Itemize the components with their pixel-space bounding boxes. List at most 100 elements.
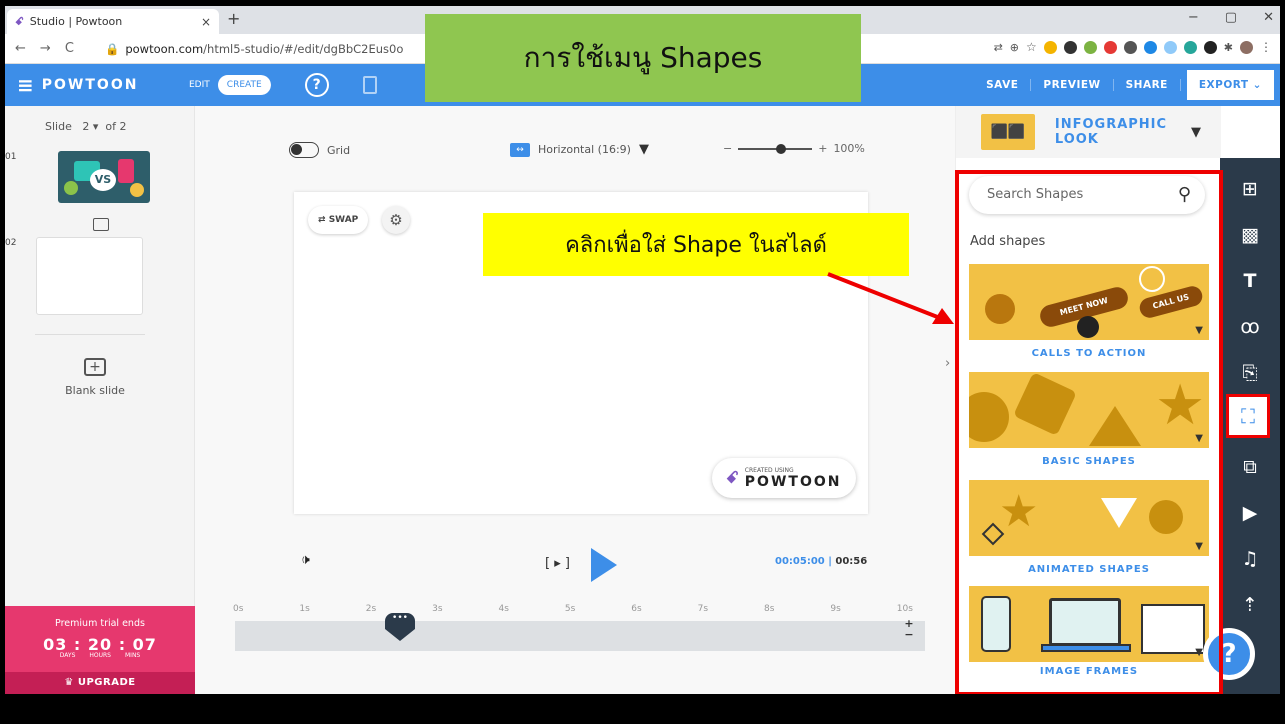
url-path: /html5-studio/#/edit/dgBbC2Eus0o [203, 41, 404, 56]
upgrade-label: UPGRADE [77, 677, 136, 688]
volume-icon[interactable]: 🕩 [301, 552, 310, 568]
share-button[interactable]: SHARE [1114, 79, 1181, 91]
swap-label: SWAP [328, 215, 359, 225]
grid-switch[interactable] [289, 142, 319, 158]
swap-button[interactable]: ⇄ SWAP [308, 206, 369, 234]
help-circle-icon[interactable]: ? [304, 73, 329, 97]
zoom-icon[interactable]: ⊕ [1010, 41, 1019, 54]
forward-icon[interactable]: → [40, 41, 51, 56]
timeline-track[interactable] [235, 621, 925, 651]
timeline-tick: 9s [830, 604, 841, 614]
new-tab-button[interactable]: + [227, 9, 240, 28]
slide-current[interactable]: 2 [82, 120, 89, 133]
zoom-value: 100% [833, 142, 865, 155]
tab-close-icon[interactable]: × [201, 15, 211, 29]
ext-icon-1[interactable] [1043, 40, 1057, 54]
characters-icon[interactable]: ꝏ [1220, 316, 1280, 338]
props-icon[interactable]: ⎘ [1220, 362, 1280, 384]
url-field[interactable]: 🔒 powtoon.com/html5-studio/#/edit/dgBbC2… [105, 42, 403, 56]
background-icon[interactable]: ▩ [1220, 224, 1280, 246]
current-time: 00:05:00 [775, 556, 825, 567]
minimize-icon[interactable]: − [1188, 10, 1199, 25]
mode-toggle[interactable]: EDIT CREATE [181, 75, 271, 95]
reload-icon[interactable]: C [65, 41, 74, 56]
back-icon[interactable]: ← [15, 41, 26, 56]
orientation-icon: ↔ [510, 142, 530, 157]
blank-slide-button[interactable]: + Blank slide [55, 358, 135, 397]
edit-mode[interactable]: EDIT [181, 75, 218, 95]
style-selector[interactable]: ⬛⬛ INFOGRAPHIC LOOK ▼ [956, 106, 1221, 158]
created-using-badge: ꗃ CREATED USING POWTOON [712, 458, 856, 498]
timeline-tick: 7s [697, 604, 709, 614]
zoom-control[interactable]: − + 100% [723, 142, 865, 155]
export-button[interactable]: EXPORT ⌄ [1186, 70, 1274, 100]
expand-panel-icon[interactable]: › [945, 356, 950, 371]
timeline-zoom[interactable]: + − [901, 618, 917, 640]
slide-thumbnail-1[interactable]: VS [58, 151, 150, 203]
premium-trial-panel: Premium trial ends 03 : 20 : 07 DAYS HOU… [5, 606, 195, 694]
browser-tab[interactable]: ꗃ Studio | Powtoon × [7, 9, 219, 34]
hamburger-menu-icon[interactable]: ≡ [17, 73, 34, 97]
timeline-tick: 3s [432, 604, 443, 614]
timeline-tick: 0s [233, 604, 244, 614]
star-icon[interactable]: ☆ [1026, 40, 1037, 54]
playhead-marker[interactable]: ••• [385, 613, 415, 641]
puzzle-icon[interactable]: ✱ [1224, 41, 1233, 54]
image-icon[interactable]: ⧉ [1220, 456, 1280, 478]
infographic-thumb: ⬛⬛ [981, 114, 1035, 150]
shapes-tool-icon[interactable]: ⛶ [1226, 394, 1270, 438]
ext-icon-3[interactable] [1083, 40, 1097, 54]
preview-button[interactable]: PREVIEW [1031, 79, 1114, 91]
zoom-in-icon[interactable]: + [818, 142, 827, 155]
layout-icon[interactable]: ⊞ [1220, 178, 1280, 200]
create-mode[interactable]: CREATE [217, 75, 271, 95]
timeline-tick: 5s [564, 604, 576, 614]
slide-number-1: 01 [5, 152, 17, 162]
ext-icon-7[interactable] [1163, 40, 1177, 54]
overlay-note: คลิกเพื่อใส่ Shape ในสไลด์ [483, 213, 909, 276]
profile-avatar[interactable] [1240, 40, 1253, 54]
header-actions: SAVE PREVIEW SHARE EXPORT ⌄ [974, 64, 1280, 106]
ext-icon-8[interactable] [1183, 40, 1197, 54]
powtoon-logo[interactable]: ≡ POWTOON [5, 73, 175, 97]
slide-selector[interactable]: Slide 2 ▾ of 2 [45, 120, 126, 133]
menu-dots-icon[interactable]: ⋮ [1260, 40, 1272, 54]
ext-icon-2[interactable] [1063, 40, 1077, 54]
extension-icons: ⇄ ⊕ ☆ ✱ ⋮ [994, 40, 1272, 54]
notes-icon[interactable] [362, 76, 377, 94]
close-window-icon[interactable]: ✕ [1263, 10, 1274, 25]
canvas-area: Grid ↔ Horizontal (16:9) ▼ − + 100% ⇄ SW… [195, 106, 955, 694]
style-dropdown-icon[interactable]: ▼ [1191, 125, 1201, 140]
grid-label: Grid [327, 143, 351, 157]
timeline-tick: 1s [299, 604, 310, 614]
slide-thumbnail-2[interactable] [36, 237, 143, 315]
grid-toggle[interactable]: Grid [289, 142, 350, 158]
powtoon-favicon-icon: ꗃ [15, 14, 24, 28]
text-icon[interactable]: T [1220, 270, 1280, 292]
mins-label: MINS [125, 652, 141, 659]
ext-icon-9[interactable] [1203, 40, 1217, 54]
gear-icon[interactable]: ⚙ [382, 206, 410, 234]
duplicate-slide-icon[interactable] [93, 218, 109, 231]
video-icon[interactable]: ▶ [1220, 502, 1280, 524]
powtoon-mark-icon: ꗃ [726, 468, 739, 487]
dropdown-arrow-icon: ▼ [638, 142, 649, 157]
upgrade-button[interactable]: ♛ UPGRADE [5, 672, 195, 694]
ext-icon-6[interactable] [1143, 40, 1157, 54]
lock-icon: 🔒 [105, 41, 120, 56]
zoom-out-icon[interactable]: − [723, 142, 732, 155]
play-scene-icon[interactable]: [ ▸ ] [545, 556, 570, 571]
music-icon[interactable]: ♫ [1220, 548, 1280, 570]
timeline-tick: 8s [764, 604, 775, 614]
translate-icon[interactable]: ⇄ [994, 41, 1003, 54]
play-icon[interactable] [591, 548, 617, 582]
save-button[interactable]: SAVE [974, 79, 1032, 91]
ext-icon-4[interactable] [1103, 40, 1117, 54]
transitions-icon[interactable]: ⇡ [1220, 594, 1280, 616]
zoom-slider[interactable] [738, 143, 813, 154]
created-small: CREATED USING [744, 466, 794, 474]
created-big: POWTOON [744, 473, 842, 490]
maximize-icon[interactable]: ▢ [1225, 10, 1237, 25]
ext-icon-5[interactable] [1123, 40, 1137, 54]
orientation-selector[interactable]: ↔ Horizontal (16:9) ▼ [510, 142, 649, 157]
